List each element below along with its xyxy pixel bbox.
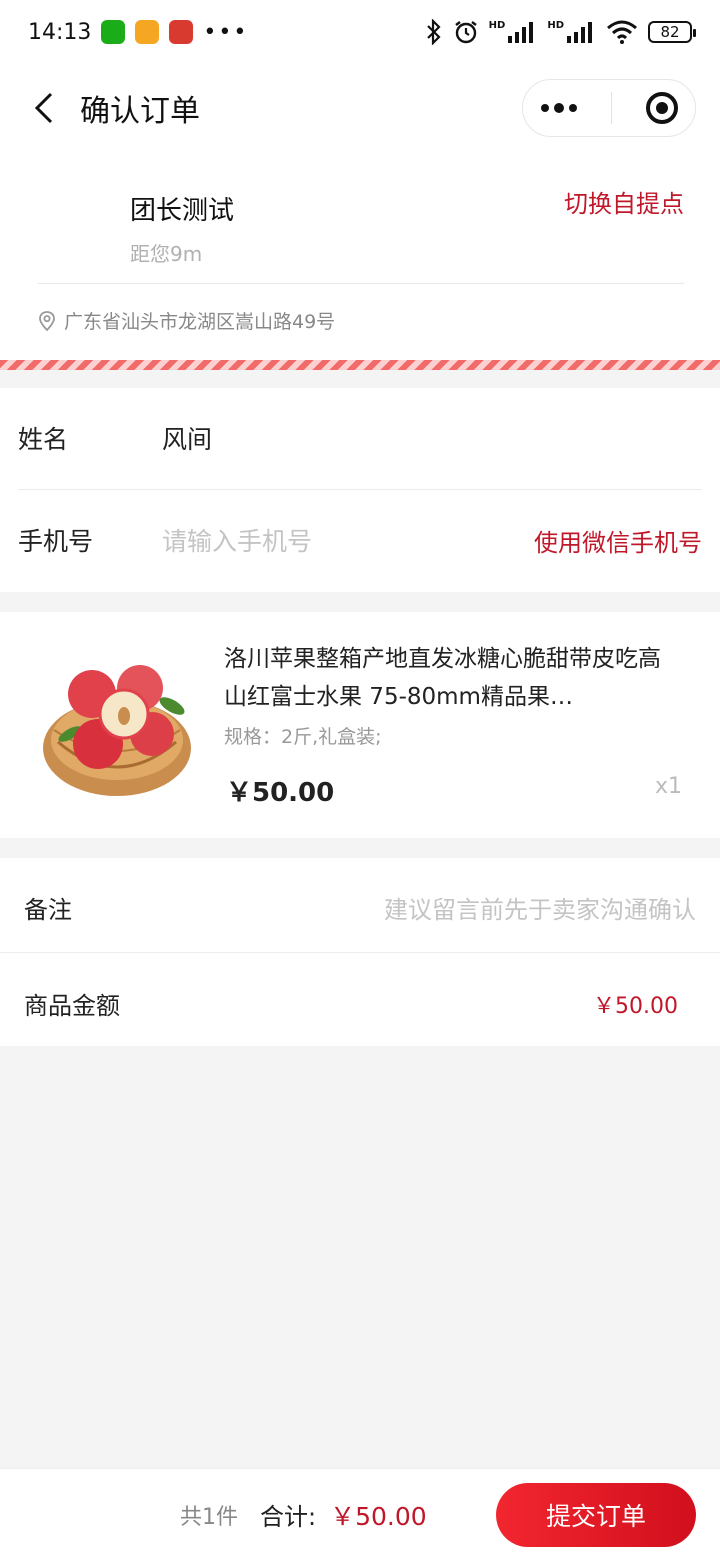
distance-text: 距您9m [130,242,203,266]
goods-amount-label: 商品金额 [24,992,120,1020]
phone-label: 手机号 [18,527,94,556]
target-close-icon [645,92,678,124]
back-arrow-icon [34,92,53,124]
item-count: 共1件 [180,1504,238,1530]
wechat-icon [101,20,126,44]
remark-label: 备注 [24,896,72,924]
hd-badge: HD [547,19,564,31]
divider [18,489,702,490]
clock: 14:13 [28,19,92,45]
battery-icon: 82 [648,21,696,43]
pickup-point-card: 团长测试 距您9m 切换自提点 广东省汕头市龙湖区嵩山路49号 [0,152,720,362]
divider [0,952,720,953]
status-bar: 14:13 ••• HD HD 82 [0,0,720,64]
product-card: 洛川苹果整箱产地直发冰糖心脆甜带皮吃高山红富士水果 75-80mm精品果… 规格… [0,612,720,838]
switch-pickup-point-link[interactable]: 切换自提点 [564,184,684,219]
hd-badge: HD [488,19,506,31]
product-spec: 规格：2斤,礼盒装; [224,726,382,748]
address-row: 广东省汕头市龙湖区嵩山路49号 [38,307,335,334]
address-text: 广东省汕头市龙湖区嵩山路49号 [64,311,336,333]
order-summary-card: 备注 建议留言前先于卖家沟通确认 商品金额 ￥50.00 [0,858,720,1046]
signal-icon [567,22,592,43]
product-title[interactable]: 洛川苹果整箱产地直发冰糖心脆甜带皮吃高山红富士水果 75-80mm精品果… [224,640,674,718]
navigation-bar: 确认订单 [0,64,720,152]
location-pin-icon [39,310,55,331]
remark-row: 备注 建议留言前先于卖家沟通确认 [24,890,696,925]
close-mini-program-button[interactable] [645,91,679,125]
product-image [43,665,191,796]
phone-row: 手机号 请输入手机号 使用微信手机号 [18,522,702,558]
decorative-stripe [0,360,720,370]
use-wechat-phone-button[interactable]: 使用微信手机号 [534,523,702,558]
remark-input[interactable]: 建议留言前先于卖家沟通确认 [384,890,696,925]
total-label: 合计: [260,1503,317,1531]
phone-input[interactable]: 请输入手机号 [162,522,312,558]
contact-info-card: 姓名 风间 手机号 请输入手机号 使用微信手机号 [0,388,720,592]
name-label: 姓名 [18,425,69,454]
message-icon [135,20,160,44]
signal-icon [508,22,534,43]
name-field[interactable]: 风间 [162,420,212,456]
capsule-divider [611,92,613,124]
wifi-icon [607,20,637,44]
product-quantity: x1 [654,774,682,799]
bluetooth-icon [426,19,441,45]
alarm-icon [454,21,477,44]
goods-amount-row: 商品金额 ￥50.00 [24,986,696,1021]
name-row: 姓名 风间 [18,420,702,456]
mini-program-capsule [522,79,696,137]
app-icon [169,20,194,44]
more-dots-icon [541,103,578,113]
group-leader-name: 团长测试 [130,196,235,226]
goods-amount-value: ￥50.00 [593,993,678,1019]
back-button[interactable] [24,88,64,128]
battery-level: 82 [660,23,680,41]
submit-order-button[interactable]: 提交订单 [496,1482,696,1547]
total-amount: ￥50.00 [330,1501,427,1531]
product-price: ￥50.00 [226,778,335,808]
page-title: 确认订单 [80,94,200,129]
divider [38,283,684,284]
more-button[interactable] [539,102,579,114]
more-notifications: ••• [203,19,249,45]
checkout-bar: 共1件 合计: ￥50.00 提交订单 [0,1468,720,1560]
